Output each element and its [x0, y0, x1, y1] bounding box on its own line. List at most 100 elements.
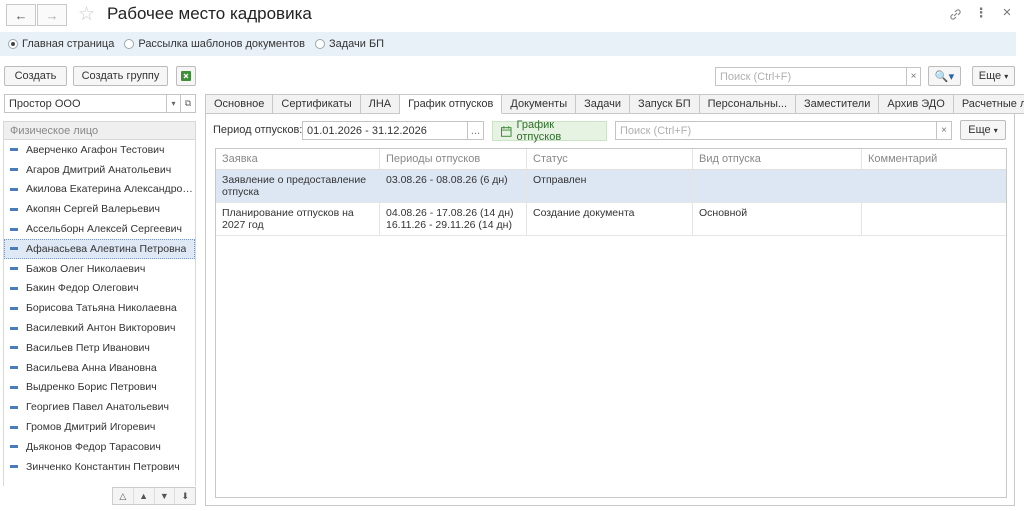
scroll-bottom-button[interactable]: ⬇	[175, 488, 195, 504]
forward-button[interactable]: →	[37, 4, 67, 26]
tab-1[interactable]: Сертификаты	[273, 94, 361, 114]
column-header-kind[interactable]: Вид отпуска	[693, 149, 862, 169]
person-name: Георгиев Павел Анатольевич	[26, 401, 169, 414]
close-icon[interactable]: ×	[999, 4, 1015, 21]
person-name: Бажов Олег Николаевич	[26, 262, 146, 275]
list-item[interactable]: Акопян Сергей Валерьевич	[4, 199, 195, 219]
vacation-more-button[interactable]: Еще ▾	[960, 120, 1006, 140]
cell-kind: Основной	[693, 203, 862, 235]
radio-dot	[8, 39, 18, 49]
export-excel-button[interactable]	[176, 66, 196, 86]
section-switcher: Главная страница Рассылка шаблонов докум…	[0, 32, 1016, 56]
create-button[interactable]: Создать	[4, 66, 67, 86]
period-line: 16.11.26 - 29.11.26 (14 дн)	[386, 219, 512, 231]
person-name: Акопян Сергей Валерьевич	[26, 203, 160, 216]
radio-dot	[314, 39, 325, 49]
table-row[interactable]: Планирование отпусков на 2027 год 04.08.2…	[216, 203, 1006, 236]
list-item[interactable]: Дьяконов Федор Тарасович	[4, 437, 195, 457]
search-input[interactable]: Поиск (Ctrl+F)	[715, 67, 907, 86]
radio-home[interactable]: Главная страница	[8, 38, 114, 50]
cell-status: Отправлен	[527, 170, 693, 202]
link-icon[interactable]	[947, 6, 963, 22]
column-header-periods[interactable]: Периоды отпусков	[380, 149, 527, 169]
scroll-down-button[interactable]: ▼	[154, 488, 176, 504]
vacation-table: Заявка Периоды отпусков Статус Вид отпус…	[215, 148, 1007, 498]
chevron-down-icon: ▾	[1004, 71, 1009, 81]
list-item[interactable]: Выдренко Борис Петрович	[4, 378, 195, 398]
vacation-schedule-button[interactable]: График отпусков	[492, 119, 607, 143]
radio-bp-tasks[interactable]: Задачи БП	[314, 38, 385, 50]
search-button[interactable]: 🔍▾	[928, 66, 961, 86]
tab-10[interactable]: Расчетные ли...	[953, 94, 1024, 114]
period-field[interactable]: 01.01.2026 - 31.12.2026	[302, 121, 468, 140]
tab-8[interactable]: Заместители	[796, 94, 880, 114]
person-marker-icon	[10, 385, 18, 389]
cell-kind	[693, 170, 862, 202]
organization-dropdown-button[interactable]: ▾	[166, 94, 181, 113]
organization-open-button[interactable]: ⧉	[180, 94, 196, 113]
list-item[interactable]: Агаров Дмитрий Анатольевич	[4, 160, 195, 180]
arrow-right-icon: →	[45, 7, 59, 23]
list-item[interactable]: Афанасьева Алевтина Петровна	[4, 238, 195, 259]
more-label: Еще	[968, 124, 991, 136]
vacation-clear-search-button[interactable]: ×	[936, 121, 952, 140]
list-scroll-controls: △ ▲ ▼ ⬇	[112, 487, 196, 505]
favorite-star-icon[interactable]: ☆	[78, 3, 95, 26]
back-button[interactable]: ←	[6, 4, 36, 26]
excel-icon	[181, 71, 191, 81]
person-marker-icon	[10, 306, 18, 310]
organization-field[interactable]: Простор ООО	[4, 94, 167, 113]
column-header-status[interactable]: Статус	[527, 149, 693, 169]
tab-2[interactable]: ЛНА	[360, 94, 401, 114]
search-icon: 🔍▾	[934, 70, 955, 83]
cell-periods: 04.08.26 - 17.08.26 (14 дн) 16.11.26 - 29…	[380, 203, 527, 235]
table-row[interactable]: Заявление о предоставление отпуска 03.08.…	[216, 170, 1006, 203]
list-item[interactable]: Борисова Татьяна Николаевна	[4, 298, 195, 318]
clear-search-button[interactable]: ×	[906, 67, 921, 86]
list-item[interactable]: Васильева Анна Ивановна	[4, 358, 195, 378]
person-name: Василевкий Антон Викторович	[26, 322, 176, 335]
scroll-top-button[interactable]: △	[113, 488, 134, 504]
column-header-request[interactable]: Заявка	[216, 149, 380, 169]
list-item[interactable]: Бажов Олег Николаевич	[4, 259, 195, 279]
list-item[interactable]: Громов Дмитрий Игоревич	[4, 417, 195, 437]
tab-4[interactable]: Документы	[502, 94, 577, 114]
vacation-schedule-label: График отпусков	[516, 119, 562, 143]
person-name: Борисова Татьяна Николаевна	[26, 302, 177, 315]
cell-request: Заявление о предоставление отпуска	[216, 170, 380, 202]
list-item[interactable]: Василевкий Антон Викторович	[4, 318, 195, 338]
radio-label: Задачи БП	[328, 38, 385, 50]
person-marker-icon	[10, 465, 18, 469]
person-name: Аверченко Агафон Тестович	[26, 143, 165, 156]
tab-0[interactable]: Основное	[205, 94, 274, 114]
more-label: Еще	[978, 70, 1002, 82]
tab-3[interactable]: График отпусков	[400, 94, 503, 114]
more-button[interactable]: Еще ▾	[972, 66, 1015, 86]
table-body: Заявление о предоставление отпуска 03.08.…	[216, 170, 1006, 236]
double-down-icon: ⬇	[181, 490, 189, 501]
tab-5[interactable]: Задачи	[576, 94, 631, 114]
tab-6[interactable]: Запуск БП	[630, 94, 700, 114]
radio-label: Главная страница	[22, 38, 115, 50]
tab-7[interactable]: Персональны...	[699, 94, 797, 114]
cell-periods: 03.08.26 - 08.08.26 (6 дн)	[380, 170, 527, 202]
list-item[interactable]: Бакин Федор Олегович	[4, 279, 195, 299]
person-name: Васильев Петр Иванович	[26, 341, 150, 354]
tab-9[interactable]: Архив ЭДО	[879, 94, 954, 114]
list-item[interactable]: Зинченко Константин Петрович	[4, 457, 195, 477]
list-item[interactable]: Аверченко Агафон Тестович	[4, 140, 195, 160]
list-item[interactable]: Васильев Петр Иванович	[4, 338, 195, 358]
list-item[interactable]: Акилова Екатерина Александровна	[4, 180, 195, 200]
cell-comment	[862, 203, 1006, 235]
create-group-button[interactable]: Создать группу	[73, 66, 168, 86]
list-item[interactable]: Георгиев Павел Анатольевич	[4, 397, 195, 417]
radio-templates-mailing[interactable]: Рассылка шаблонов документов	[124, 38, 305, 50]
scroll-up-button[interactable]: ▲	[133, 488, 155, 504]
period-select-button[interactable]: ...	[467, 121, 484, 140]
column-header-comment[interactable]: Комментарий	[862, 149, 1006, 169]
open-window-icon: ⧉	[184, 98, 192, 108]
cell-comment	[862, 170, 1006, 202]
vacation-search-input[interactable]: Поиск (Ctrl+F)	[615, 121, 937, 140]
list-item[interactable]: Ассельборн Алексей Сергеевич	[4, 219, 195, 239]
more-vertical-icon[interactable]: ⋮	[975, 5, 988, 21]
